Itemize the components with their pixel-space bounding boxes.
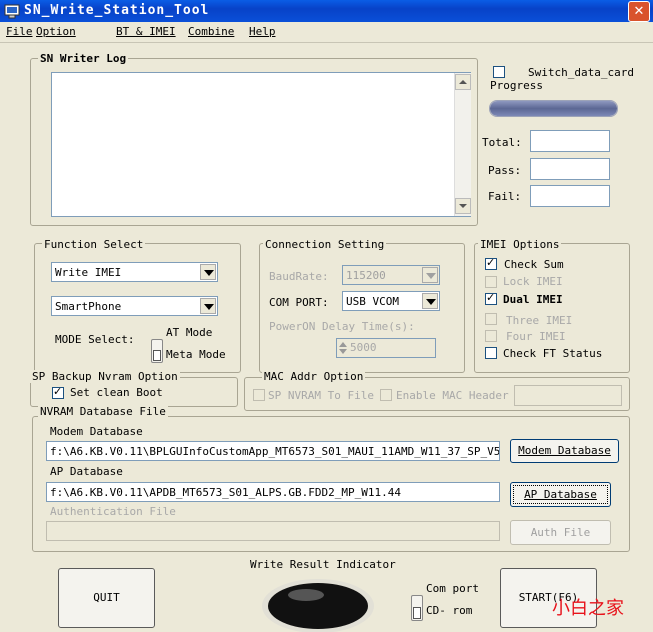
pass-label: Pass: <box>488 164 522 177</box>
app-icon <box>4 4 20 19</box>
check-sum-checkbox[interactable] <box>485 256 497 270</box>
pass-field[interactable] <box>530 158 610 180</box>
ap-database-button-label: AP Database <box>524 488 597 501</box>
poweron-delay-value: 5000 <box>350 341 377 354</box>
spinner-arrows-icon <box>339 342 347 354</box>
menu-option[interactable]: Option <box>36 25 76 38</box>
dual-imei-checkbox[interactable] <box>485 291 497 305</box>
meta-mode-label: Meta Mode <box>166 348 226 361</box>
lock-imei-checkbox[interactable] <box>485 276 497 288</box>
chevron-up-icon <box>459 80 467 84</box>
auth-file-button[interactable]: Auth File <box>510 520 611 545</box>
quit-button[interactable]: QUIT <box>58 568 155 628</box>
switch-data-card-label: Switch_data_card <box>528 66 634 79</box>
total-label: Total: <box>482 136 522 149</box>
dropdown-arrow-icon <box>200 298 216 314</box>
progress-label: Progress <box>490 79 543 92</box>
result-indicator-light <box>262 579 374 632</box>
ap-path-value: f:\A6.KB.V0.11\APDB_MT6573_S01_ALPS.GB.F… <box>50 486 401 499</box>
write-result-indicator-label: Write Result Indicator <box>250 558 396 571</box>
check-ft-status-checkbox[interactable] <box>485 347 497 359</box>
fail-field[interactable] <box>530 185 610 207</box>
com-port-value: USB VCOM <box>346 295 399 308</box>
menu-combine[interactable]: Combine <box>188 25 234 38</box>
modem-database-path[interactable]: f:\A6.KB.V0.11\BPLGUInfoCustomApp_MT6573… <box>46 441 500 461</box>
mac-header-field[interactable] <box>514 385 622 406</box>
sp-nvram-to-file-label: SP NVRAM To File <box>268 389 374 402</box>
menu-bt-imei[interactable]: BT & IMEI <box>116 25 176 38</box>
check-ft-status-label: Check FT Status <box>503 347 603 360</box>
mode-select-label: MODE Select: <box>55 333 135 346</box>
com-port-option-label: Com port <box>426 582 479 595</box>
menu-bar: File Option BT & IMEI Combine Help <box>0 22 653 43</box>
menu-help[interactable]: Help <box>249 25 276 38</box>
nvram-title: NVRAM Database File <box>38 405 168 418</box>
baudrate-label: BaudRate: <box>269 270 329 283</box>
mac-option-title: MAC Addr Option <box>262 370 366 383</box>
watermark-text: 小白之家 <box>552 598 624 619</box>
window-title: SN_Write_Station_Tool <box>24 3 210 18</box>
cd-rom-option-label: CD- rom <box>426 604 473 617</box>
progress-bar <box>489 100 618 117</box>
ap-database-button[interactable]: AP Database <box>510 482 611 507</box>
auth-file-label: Authentication File <box>50 505 176 518</box>
modem-database-button[interactable]: Modem Database <box>510 439 619 463</box>
check-sum-label: Check Sum <box>504 258 564 271</box>
sp-nvram-to-file-checkbox[interactable] <box>253 389 265 401</box>
com-port-select[interactable]: USB VCOM <box>342 291 440 311</box>
imei-options-title: IMEI Options <box>478 238 562 251</box>
com-port-label: COM PORT: <box>269 296 329 309</box>
at-mode-label: AT Mode <box>166 326 213 339</box>
scroll-down-button[interactable] <box>455 198 471 214</box>
baudrate-select[interactable]: 115200 <box>342 265 440 285</box>
modem-database-button-label: Modem Database <box>518 444 611 457</box>
dropdown-arrow-icon <box>422 293 438 309</box>
com-cdrom-toggle[interactable] <box>411 595 423 621</box>
ap-database-label: AP Database <box>50 465 123 478</box>
lock-imei-label: Lock IMEI <box>503 275 563 288</box>
dropdown-arrow-icon <box>422 267 438 283</box>
menu-file[interactable]: File <box>6 25 33 38</box>
quit-button-label: QUIT <box>93 591 120 604</box>
mode-toggle-switch[interactable] <box>151 339 163 363</box>
four-imei-label: Four IMEI <box>506 330 566 343</box>
clean-boot-label: Set clean Boot <box>70 386 163 399</box>
dual-imei-label: Dual IMEI <box>503 293 563 306</box>
toggle-knob <box>413 607 421 619</box>
target-value: SmartPhone <box>55 300 122 313</box>
target-select[interactable]: SmartPhone <box>51 296 218 316</box>
function-select-title: Function Select <box>42 238 146 251</box>
fail-label: Fail: <box>488 190 522 203</box>
title-bar: SN_Write_Station_Tool ✕ <box>0 0 653 22</box>
three-imei-label: Three IMEI <box>506 314 573 327</box>
three-imei-checkbox[interactable] <box>485 313 497 325</box>
log-textarea[interactable] <box>51 72 471 217</box>
write-mode-select[interactable]: Write IMEI <box>51 262 218 282</box>
total-field[interactable] <box>530 130 610 152</box>
close-button[interactable]: ✕ <box>628 1 650 22</box>
four-imei-checkbox[interactable] <box>485 330 497 342</box>
modem-database-label: Modem Database <box>50 425 143 438</box>
ap-database-path[interactable]: f:\A6.KB.V0.11\APDB_MT6573_S01_ALPS.GB.F… <box>46 482 500 502</box>
poweron-delay-spinner[interactable]: 5000 <box>336 338 436 358</box>
connection-title: Connection Setting <box>263 238 387 251</box>
baudrate-value: 115200 <box>346 269 386 282</box>
auth-file-button-label: Auth File <box>530 526 591 539</box>
switch-data-card-checkbox[interactable] <box>493 66 505 78</box>
write-mode-value: Write IMEI <box>55 266 122 279</box>
toggle-knob <box>153 350 161 361</box>
enable-mac-header-label: Enable MAC Header <box>396 389 509 402</box>
enable-mac-header-checkbox[interactable] <box>380 389 392 401</box>
modem-path-value: f:\A6.KB.V0.11\BPLGUInfoCustomApp_MT6573… <box>50 445 500 458</box>
scroll-up-button[interactable] <box>455 74 471 90</box>
chevron-down-icon <box>459 204 467 208</box>
sp-backup-title: SP Backup Nvram Option <box>30 370 180 383</box>
dropdown-arrow-icon <box>200 264 216 280</box>
poweron-delay-label: PowerON Delay Time(s): <box>269 320 415 333</box>
auth-file-path[interactable] <box>46 521 500 541</box>
clean-boot-checkbox[interactable] <box>52 385 64 399</box>
log-scrollbar[interactable] <box>454 73 471 216</box>
progress-fill <box>490 101 617 116</box>
log-group-title: SN Writer Log <box>38 52 129 65</box>
